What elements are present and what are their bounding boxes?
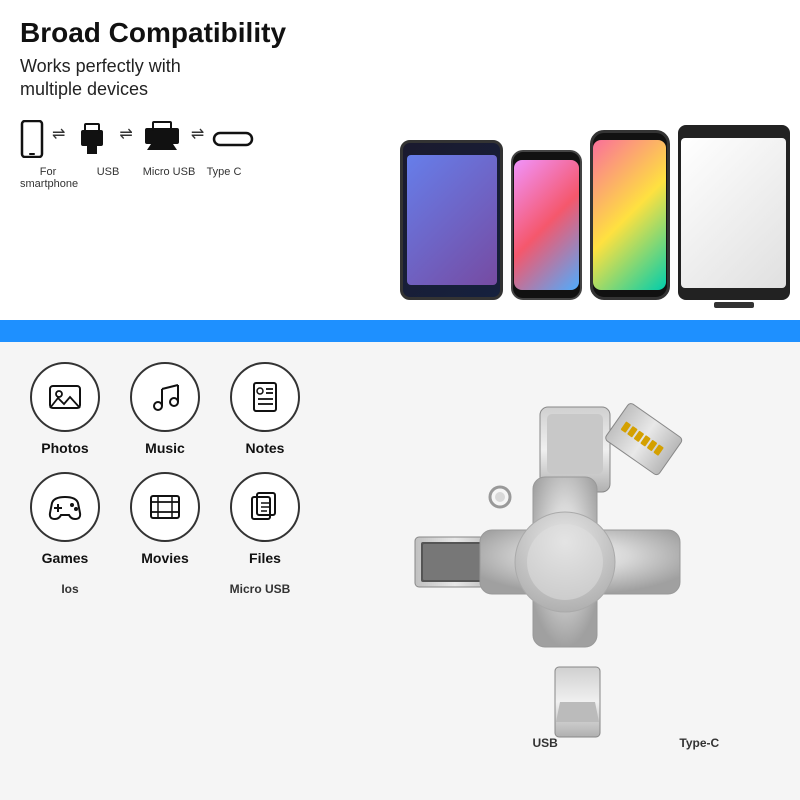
top-section: Broad Compatibility Works perfectly with… [0, 0, 800, 320]
bottom-section: Photos Music [0, 342, 800, 800]
music-icon [147, 379, 183, 415]
label-microusb: Micro USB [140, 166, 198, 190]
feature-files: Files [220, 472, 310, 566]
broad-subtitle: Works perfectly withmultiple devices [20, 55, 400, 102]
type-c-icon [212, 128, 254, 150]
phone-tall-screen [514, 160, 579, 290]
micro-usb-connector [141, 120, 183, 158]
label-typec: Type C [204, 166, 244, 190]
arrow-1: ⇌ [52, 124, 65, 154]
music-circle [130, 362, 200, 432]
smartphone-connector [20, 120, 44, 158]
smartphone-icon [20, 120, 44, 158]
files-icon [247, 489, 283, 525]
feature-games: Games [20, 472, 110, 566]
games-circle [30, 472, 100, 542]
usb-icon [73, 120, 111, 158]
usb-drive-area: USB Type-C [360, 362, 790, 762]
broad-title: Broad Compatibility [20, 18, 400, 49]
usb-connector [73, 120, 111, 158]
games-icon [47, 489, 83, 525]
feature-photos: Photos [20, 362, 110, 456]
notes-circle [230, 362, 300, 432]
movies-icon [147, 489, 183, 525]
feature-music: Music [120, 362, 210, 456]
photos-circle [30, 362, 100, 432]
feature-movies: Movies [120, 472, 210, 566]
usb-drive [385, 382, 765, 742]
features-grid: Photos Music [20, 362, 330, 566]
feature-notes: Notes [220, 362, 310, 456]
device-stand-tablet [678, 125, 790, 300]
stand-screen [681, 138, 786, 288]
label-micro-usb-bottom [120, 582, 210, 596]
micro-usb-icon [141, 120, 183, 158]
label-usb: USB [82, 166, 134, 190]
device-phone-large [590, 130, 670, 300]
notes-icon [247, 379, 283, 415]
music-label: Music [145, 440, 185, 456]
label-ios: Ios [20, 582, 120, 596]
blue-stripe [0, 320, 800, 342]
movies-circle [130, 472, 200, 542]
bottom-left: Photos Music [20, 362, 330, 596]
label-smartphone: For smartphone [20, 166, 76, 190]
devices-display [390, 0, 800, 310]
connector-row: ⇌ ⇌ ⇌ [20, 120, 400, 158]
connector-type-labels: USB Type-C [350, 736, 780, 750]
bottom-connector-labels: Ios Micro USB [20, 582, 310, 596]
connector-label-row: For smartphone USB Micro USB Type C [20, 166, 400, 190]
phone-large-screen [593, 140, 666, 290]
movies-label: Movies [141, 550, 188, 566]
label-typec-right: Type-C [679, 736, 719, 750]
type-c-connector [212, 128, 254, 150]
tablet-screen [407, 155, 497, 285]
devices-area [390, 0, 800, 310]
label-micro-usb-2: Micro USB [210, 582, 310, 596]
files-label: Files [249, 550, 281, 566]
games-label: Games [42, 550, 89, 566]
photos-icon [47, 379, 83, 415]
usb-drive-svg [385, 382, 765, 742]
device-phone-tall [511, 150, 581, 300]
top-left-content: Broad Compatibility Works perfectly with… [20, 18, 400, 190]
notes-label: Notes [246, 440, 285, 456]
stand-base [714, 302, 754, 308]
photos-label: Photos [41, 440, 88, 456]
label-usb-right: USB [532, 736, 557, 750]
files-circle [230, 472, 300, 542]
device-tablet [400, 140, 503, 300]
arrow-2: ⇌ [119, 124, 132, 154]
arrow-3: ⇌ [191, 124, 204, 154]
